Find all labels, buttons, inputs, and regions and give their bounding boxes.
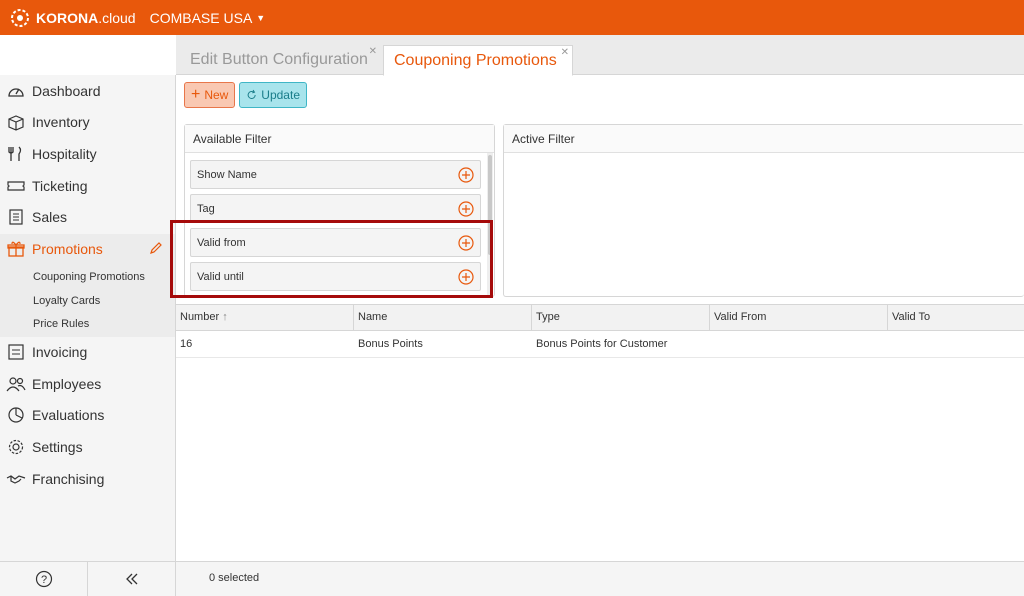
cutlery-icon (8, 146, 22, 161)
column-label: Valid To (892, 311, 931, 323)
filter-item-show-name[interactable]: Show Name (190, 160, 481, 189)
sidebar-footer: ? (0, 561, 175, 596)
column-label: Type (536, 311, 560, 323)
table-row[interactable]: 16 Bonus Points Bonus Points for Custome… (176, 331, 1024, 358)
sidebar-item-dashboard[interactable]: Dashboard (0, 76, 175, 106)
gear-icon (8, 439, 24, 455)
active-filter-title: Active Filter (504, 125, 1024, 153)
tab-label: Couponing Promotions (394, 52, 557, 69)
handshake-icon (6, 475, 26, 484)
available-filter-title: Available Filter (185, 125, 494, 153)
new-button[interactable]: + New (184, 82, 235, 108)
sidebar-subitem-couponing-promotions[interactable]: Couponing Promotions (33, 271, 145, 283)
sidebar-item-evaluations[interactable]: Evaluations (0, 400, 175, 430)
sidebar-subitem-price-rules[interactable]: Price Rules (33, 318, 89, 330)
sidebar-subitem-loyalty-cards[interactable]: Loyalty Cards (33, 295, 100, 307)
tab-bar: Edit Button Configuration ✕ Couponing Pr… (176, 35, 1024, 76)
new-button-label: New (204, 88, 229, 102)
update-button-label: Update (261, 88, 300, 102)
cell-valid-from (710, 331, 888, 357)
pie-chart-icon (8, 407, 24, 423)
sidebar-item-label: Ticketing (32, 178, 88, 194)
collapse-sidebar-button[interactable] (88, 562, 175, 596)
sidebar-item-label: Evaluations (32, 407, 105, 423)
cell-number: 16 (180, 338, 193, 350)
top-bar: KORONA.cloud COMBASE USA ▼ (0, 0, 1024, 35)
column-label: Number (180, 311, 220, 323)
add-circle-icon[interactable] (458, 201, 474, 217)
column-header-number[interactable]: Number ↑ (176, 305, 354, 331)
column-header-type[interactable]: Type (532, 305, 710, 331)
column-label: Name (358, 311, 388, 323)
sidebar-item-franchising[interactable]: Franchising (0, 464, 175, 494)
sidebar-item-hospitality[interactable]: Hospitality (0, 139, 175, 169)
tab-label: Edit Button Configuration (190, 51, 368, 68)
sidebar-item-label: Invoicing (32, 344, 88, 360)
sidebar-item-invoicing[interactable]: Invoicing (0, 337, 175, 367)
sidebar-item-label: Settings (32, 439, 83, 455)
filter-label: Show Name (197, 169, 257, 181)
table-header: Number ↑ Name Type Valid From Valid To (176, 304, 1024, 331)
column-header-name[interactable]: Name (354, 305, 532, 331)
sidebar-item-label: Dashboard (32, 83, 101, 99)
filter-item-tag[interactable]: Tag (190, 194, 481, 223)
filter-label: Tag (197, 203, 215, 215)
caret-down-icon: ▼ (256, 12, 266, 23)
korona-logo-icon (11, 8, 29, 27)
box-icon (8, 115, 24, 131)
status-bar: 0 selected (176, 561, 1024, 596)
cell-valid-to (888, 331, 1024, 357)
sidebar-item-label: Employees (32, 376, 102, 392)
pencil-icon[interactable] (149, 241, 163, 255)
dashboard-icon (8, 88, 24, 97)
logo-text: KORONA.cloud (36, 9, 136, 26)
sidebar-item-label: Sales (32, 209, 68, 225)
plus-icon: + (191, 86, 201, 103)
sidebar-item-label: Inventory (32, 114, 90, 130)
gift-icon (7, 241, 25, 257)
cell-type: Bonus Points for Customer (536, 338, 668, 350)
sidebar-item-employees[interactable]: Employees (0, 369, 175, 399)
sidebar: Dashboard Inventory Hospitality Ticketin… (0, 75, 176, 596)
invoice-icon (8, 344, 24, 360)
update-button[interactable]: Update (239, 82, 307, 108)
tab-couponing-promotions[interactable]: Couponing Promotions ✕ (383, 45, 573, 76)
active-filter-panel: Active Filter (503, 124, 1024, 297)
refresh-icon (247, 89, 256, 100)
sidebar-item-ticketing[interactable]: Ticketing (0, 171, 175, 201)
promotions-submenu: Couponing Promotions Loyalty Cards Price… (0, 263, 175, 337)
close-icon[interactable]: ✕ (369, 46, 377, 57)
sidebar-item-label: Promotions (32, 241, 103, 257)
column-header-valid-to[interactable]: Valid To (888, 305, 1024, 331)
sidebar-item-promotions[interactable]: Promotions (0, 234, 175, 264)
question-icon: ? (35, 570, 52, 588)
sidebar-item-settings[interactable]: Settings (0, 432, 175, 462)
sidebar-item-sales[interactable]: Sales (0, 202, 175, 232)
add-circle-icon[interactable] (458, 167, 474, 183)
selected-count: 0 selected (209, 572, 260, 584)
tab-edit-button-configuration[interactable]: Edit Button Configuration ✕ (180, 45, 380, 75)
column-header-valid-from[interactable]: Valid From (710, 305, 888, 331)
people-icon (6, 377, 26, 392)
sidebar-item-label: Franchising (32, 471, 105, 487)
korona-logo[interactable]: KORONA.cloud (8, 6, 136, 30)
sort-arrow-icon: ↑ (222, 311, 228, 323)
tenant-selector[interactable]: COMBASE USA ▼ (150, 10, 266, 26)
highlight-box (170, 220, 493, 298)
receipt-icon (9, 209, 23, 225)
sidebar-item-inventory[interactable]: Inventory (0, 107, 175, 137)
ticket-icon (7, 181, 25, 191)
cell-name: Bonus Points (358, 338, 423, 350)
svg-text:?: ? (40, 574, 46, 586)
column-label: Valid From (714, 311, 767, 323)
close-icon[interactable]: ✕ (561, 47, 569, 58)
sidebar-item-label: Hospitality (32, 146, 97, 162)
help-button[interactable]: ? (0, 562, 88, 596)
tenant-name: COMBASE USA (149, 9, 253, 26)
double-chevron-left-icon (125, 573, 137, 585)
